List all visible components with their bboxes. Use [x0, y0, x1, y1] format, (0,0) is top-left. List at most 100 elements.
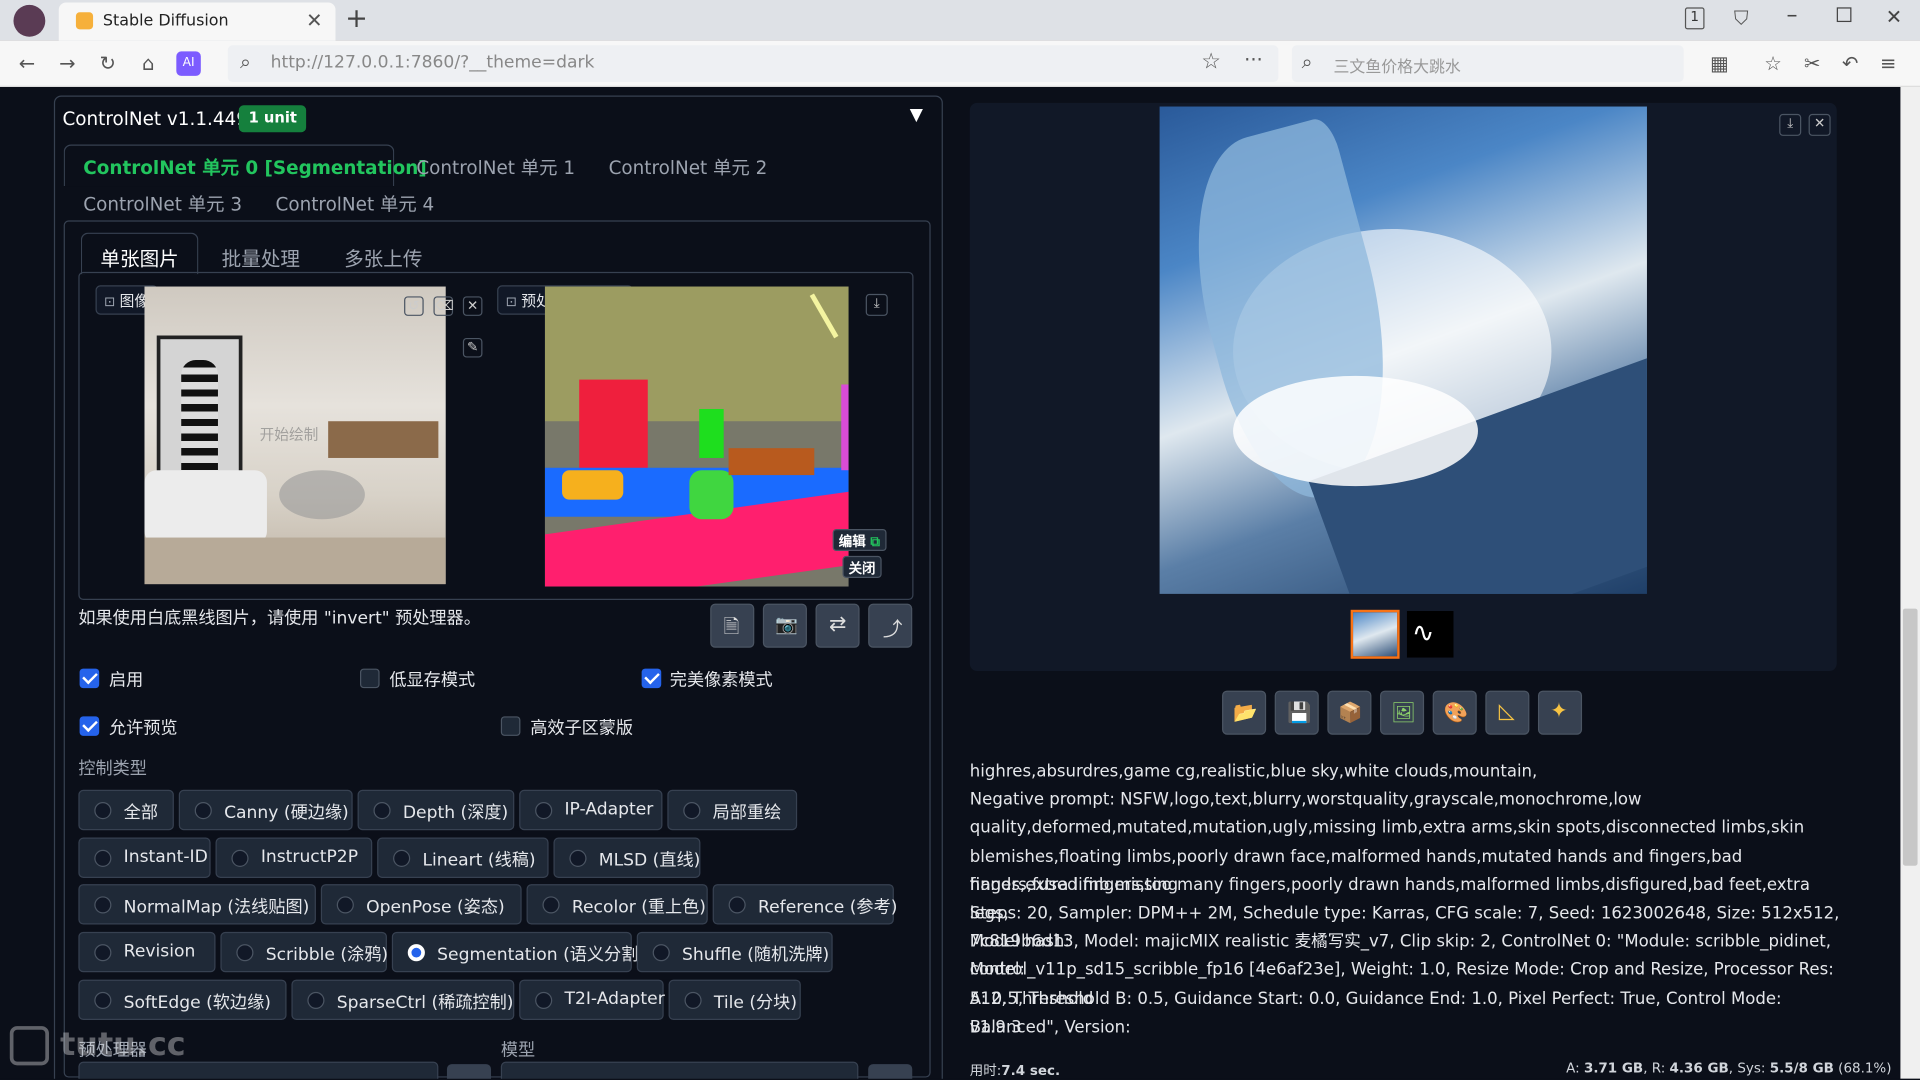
radio-dot[interactable]	[194, 802, 212, 820]
undo-icon[interactable]: ↺	[404, 296, 424, 316]
radio-dot[interactable]	[94, 849, 112, 867]
scissors-icon[interactable]: ✂	[1799, 50, 1826, 77]
radio-dot[interactable]	[542, 896, 560, 914]
control-type-option[interactable]: IP-Adapter	[519, 789, 663, 831]
tab-multi-upload[interactable]: 多张上传	[344, 242, 422, 271]
control-type-option[interactable]: SoftEdge (软边缘)	[78, 979, 287, 1021]
send-to-inpaint-button[interactable]: 🎨	[1432, 690, 1477, 735]
back-icon[interactable]: ←	[13, 50, 40, 77]
control-type-option[interactable]: NormalMap (法线贴图)	[78, 884, 316, 925]
radio-dot[interactable]	[407, 944, 425, 962]
radio-dot[interactable]	[94, 991, 112, 1009]
close-preview-button[interactable]: 关闭	[842, 555, 882, 578]
collapse-arrow-icon[interactable]: ▼	[910, 105, 923, 125]
scrollbar-thumb[interactable]	[1902, 608, 1918, 866]
radio-dot[interactable]	[535, 991, 553, 1009]
page-scrollbar[interactable]	[1900, 86, 1920, 1079]
thumbnail-output[interactable]	[1350, 609, 1400, 659]
tab-unit-2[interactable]: ControlNet 单元 2	[609, 154, 768, 180]
minimize-icon[interactable]: –	[1787, 2, 1798, 28]
refresh-models-button[interactable]	[868, 1064, 913, 1079]
control-type-option[interactable]: Reference (参考)	[712, 884, 897, 925]
undo-icon[interactable]: ↶	[1837, 50, 1864, 77]
save-button[interactable]: 💾	[1274, 690, 1319, 735]
output-image[interactable]	[1159, 106, 1647, 594]
favorites-icon[interactable]: ☆	[1760, 50, 1787, 77]
webcam-button[interactable]: 📷	[762, 603, 807, 648]
thumbnail-scribble[interactable]: ∿	[1406, 611, 1454, 658]
radio-dot[interactable]	[728, 896, 746, 914]
apps-grid-icon[interactable]: ▦	[1706, 50, 1733, 77]
new-tab-icon[interactable]: +	[345, 4, 368, 35]
radio-dot[interactable]	[535, 802, 553, 820]
browser-tab[interactable]: Stable Diffusion ✕	[58, 2, 336, 41]
shirt-icon[interactable]: ⛉	[1734, 6, 1749, 30]
new-canvas-button[interactable]: 🗎	[710, 603, 755, 648]
tab-unit-1[interactable]: ControlNet 单元 1	[416, 154, 575, 180]
control-type-option[interactable]: 全部	[78, 789, 174, 831]
control-type-option[interactable]: Lineart (线稿)	[377, 837, 549, 878]
reload-icon[interactable]: ↻	[94, 50, 121, 77]
tab-unit-4[interactable]: ControlNet 单元 4	[276, 191, 435, 217]
radio-dot[interactable]	[684, 991, 702, 1009]
control-type-option[interactable]: T2I-Adapter	[519, 979, 665, 1021]
send-to-extras-button[interactable]: ◺	[1485, 690, 1530, 735]
radio-dot[interactable]	[236, 944, 254, 962]
control-type-option[interactable]: Tile (分块)	[668, 979, 801, 1021]
radio-dot[interactable]	[683, 802, 701, 820]
lowvram-checkbox[interactable]	[360, 668, 380, 689]
browser-search-box[interactable]: ⌕ 三文鱼价格大跳水	[1291, 45, 1684, 83]
browser-avatar[interactable]	[13, 4, 46, 37]
restore-icon[interactable]	[1836, 7, 1852, 23]
control-type-option[interactable]: 局部重绘	[667, 789, 798, 831]
control-type-option[interactable]: MLSD (直线)	[553, 837, 701, 878]
swap-size-button[interactable]: ⇄	[815, 603, 860, 648]
control-type-option[interactable]: OpenPose (姿态)	[320, 884, 522, 925]
edit-button[interactable]: 编辑 ⧉	[832, 528, 887, 552]
input-image-canvas[interactable]: 开始绘制	[144, 286, 446, 585]
close-tab-icon[interactable]: ✕	[306, 9, 322, 32]
radio-dot[interactable]	[94, 896, 112, 914]
radio-dot[interactable]	[94, 944, 112, 962]
run-preprocessor-button[interactable]	[446, 1064, 492, 1079]
control-type-option[interactable]: SparseCtrl (稀疏控制)	[291, 979, 515, 1021]
radio-dot[interactable]	[393, 849, 411, 867]
home-icon[interactable]: ⌂	[135, 50, 162, 77]
download-icon[interactable]: ⤓	[865, 293, 888, 316]
download-icon[interactable]: ⤓	[1779, 113, 1802, 136]
upscale-button[interactable]: ✦	[1537, 690, 1583, 735]
control-type-option[interactable]: Segmentation (语义分割)	[391, 931, 645, 973]
star-icon[interactable]: ☆	[1201, 49, 1221, 75]
pixel-perfect-checkbox[interactable]	[641, 668, 662, 689]
zip-button[interactable]: 📦	[1327, 690, 1372, 735]
control-type-option[interactable]: Revision	[78, 931, 216, 973]
control-type-option[interactable]: InstructP2P	[215, 837, 373, 878]
control-type-option[interactable]: Canny (硬边缘)	[178, 789, 353, 831]
forward-icon[interactable]: →	[54, 50, 81, 77]
clear-image-icon[interactable]: ✕	[462, 296, 483, 316]
radio-dot[interactable]	[569, 849, 587, 867]
menu-icon[interactable]: ≡	[1875, 50, 1902, 77]
radio-dot[interactable]	[652, 944, 670, 962]
model-dropdown[interactable]	[500, 1061, 859, 1079]
control-type-option[interactable]: Recolor (重上色)	[526, 884, 708, 925]
radio-dot[interactable]	[336, 896, 354, 914]
enable-checkbox[interactable]	[79, 668, 100, 689]
allow-preview-checkbox[interactable]	[79, 716, 100, 736]
tab-unit-3[interactable]: ControlNet 单元 3	[83, 191, 242, 217]
more-icon[interactable]: ···	[1244, 48, 1263, 71]
ai-icon[interactable]: AI	[176, 51, 201, 76]
radio-dot[interactable]	[94, 802, 112, 820]
control-type-option[interactable]: Depth (深度)	[357, 789, 515, 831]
send-to-img2img-button[interactable]: 🖼	[1380, 690, 1425, 735]
tab-batch[interactable]: 批量处理	[222, 242, 300, 271]
effective-mask-checkbox[interactable]	[500, 716, 521, 736]
radio-dot[interactable]	[231, 849, 249, 867]
radio-dot[interactable]	[373, 802, 391, 820]
control-type-option[interactable]: Instant-ID	[78, 837, 211, 878]
close-window-icon[interactable]: ✕	[1886, 5, 1902, 28]
control-type-option[interactable]: Shuffle (随机洗牌)	[636, 931, 833, 973]
control-type-option[interactable]: Scribble (涂鸦)	[220, 931, 388, 973]
brush-icon[interactable]: ✎	[462, 337, 483, 358]
tab-count-icon[interactable]: 1	[1684, 7, 1705, 30]
